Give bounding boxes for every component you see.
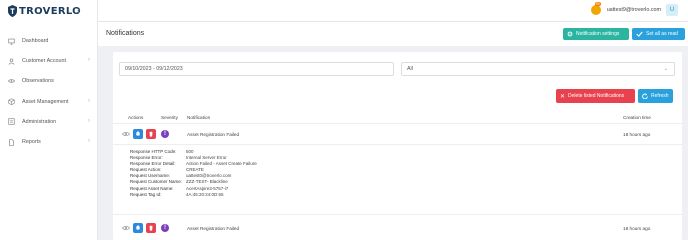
- sidebar-item-reports[interactable]: Reports ›: [0, 132, 98, 152]
- sidebar-item-label: Observations: [22, 78, 54, 85]
- close-icon: ✕: [560, 93, 566, 100]
- monitor-icon: [8, 38, 15, 45]
- sidebar: TROVERLO ‹ Dashboard Customer Account › Obs…: [0, 0, 98, 240]
- page-title: Notifications: [106, 30, 145, 37]
- eye-icon: [8, 78, 15, 85]
- logo-text: TROVERLO: [19, 5, 81, 17]
- sidebar-item-dashboard[interactable]: Dashboard: [0, 31, 98, 51]
- notifications-card: 09/10/2023 - 09/12/2023 All ⌄ ✕ Delete li…: [113, 52, 682, 240]
- chevron-right-icon: ›: [88, 137, 90, 144]
- creation-time: 18 hours ago: [623, 226, 651, 231]
- select-value: All: [407, 66, 413, 72]
- bell-badge: 99: [594, 2, 601, 6]
- set-all-read-label: Set all as read: [646, 31, 678, 37]
- severity-select[interactable]: All ⌄: [401, 62, 675, 76]
- notification-settings-button[interactable]: Notification settings: [563, 28, 629, 40]
- set-all-read-button[interactable]: Set all as read: [632, 28, 685, 40]
- sidebar-item-label: Customer Account: [22, 58, 67, 65]
- chevron-right-icon: ›: [88, 117, 90, 124]
- logo[interactable]: TROVERLO: [8, 4, 81, 18]
- severity-info-icon: !: [161, 224, 169, 232]
- bell-icon[interactable]: [133, 129, 143, 139]
- date-range-value: 09/10/2023 - 09/12/2023: [125, 66, 183, 72]
- eye-icon[interactable]: [122, 130, 130, 138]
- topbar: 99 uattest9@troverlo.com U: [98, 0, 688, 22]
- box-icon: [8, 98, 15, 106]
- refresh-button[interactable]: Refresh: [638, 89, 673, 103]
- header-notification: Notification: [187, 115, 211, 120]
- bell-icon[interactable]: [133, 223, 143, 233]
- delete-label: Delete listed Notifications: [568, 93, 625, 99]
- chevron-right-icon: ›: [88, 97, 90, 104]
- divider: [113, 123, 682, 124]
- sidebar-item-label: Reports: [22, 139, 41, 146]
- sidebar-item-administration[interactable]: Administration ›: [0, 112, 98, 132]
- trash-icon[interactable]: [146, 223, 156, 233]
- header-severity: Severity: [161, 115, 178, 120]
- severity-info-icon: !: [161, 130, 169, 138]
- user-icon: [8, 58, 15, 65]
- file-icon: [8, 138, 15, 146]
- notification-bell-icon[interactable]: 99: [590, 2, 601, 15]
- chevron-left-icon[interactable]: ‹: [77, 5, 80, 15]
- notification-settings-label: Notification settings: [576, 31, 620, 37]
- chevron-right-icon: ›: [88, 57, 90, 64]
- shield-logo-icon: [8, 5, 17, 17]
- check-icon: [636, 31, 643, 37]
- divider: [113, 144, 682, 145]
- notification-text: Asset Registration Failed: [187, 132, 240, 137]
- divider: [113, 214, 682, 215]
- sidebar-item-label: Asset Management: [22, 98, 69, 105]
- page-header: Notifications Notification settings Set …: [98, 22, 688, 46]
- eye-icon[interactable]: [122, 224, 130, 232]
- trash-icon[interactable]: [146, 129, 156, 139]
- row-actions: !: [122, 223, 169, 233]
- header-creation-time: Creation time: [623, 115, 651, 120]
- avatar[interactable]: U: [666, 4, 678, 16]
- user-email: uattest9@troverlo.com: [606, 7, 661, 13]
- detail-value: 4A:45:20:24:0D:65: [186, 191, 224, 197]
- sidebar-item-label: Dashboard: [22, 38, 49, 45]
- row-actions: !: [122, 129, 169, 139]
- refresh-icon: [642, 93, 648, 99]
- notification-details: Response HTTP Code: 500 Response Error: Int…: [130, 149, 257, 198]
- sidebar-item-label: Administration: [22, 118, 57, 125]
- sidebar-item-customer-account[interactable]: Customer Account ›: [0, 51, 98, 71]
- chevron-down-icon: ⌄: [663, 66, 668, 72]
- header-actions: Actions: [128, 115, 144, 120]
- delete-notifications-button[interactable]: ✕ Delete listed Notifications: [556, 89, 635, 103]
- refresh-label: Refresh: [651, 93, 669, 99]
- notification-text: Asset Registration Failed: [187, 226, 240, 231]
- detail-key: Request Tag Id:: [130, 191, 162, 197]
- date-range-input[interactable]: 09/10/2023 - 09/12/2023: [119, 62, 394, 76]
- admin-icon: [8, 118, 15, 125]
- detail-row: Request Tag Id: 4A:45:20:24:0D:65: [130, 192, 257, 198]
- sidebar-item-asset-management[interactable]: Asset Management ›: [0, 92, 98, 112]
- sidebar-nav: Dashboard Customer Account › Observations As…: [0, 31, 98, 152]
- user-menu[interactable]: 99 uattest9@troverlo.com U: [590, 2, 678, 16]
- sidebar-item-observations[interactable]: Observations: [0, 71, 98, 91]
- gear-icon: [567, 31, 573, 37]
- creation-time: 18 hours ago: [623, 132, 651, 137]
